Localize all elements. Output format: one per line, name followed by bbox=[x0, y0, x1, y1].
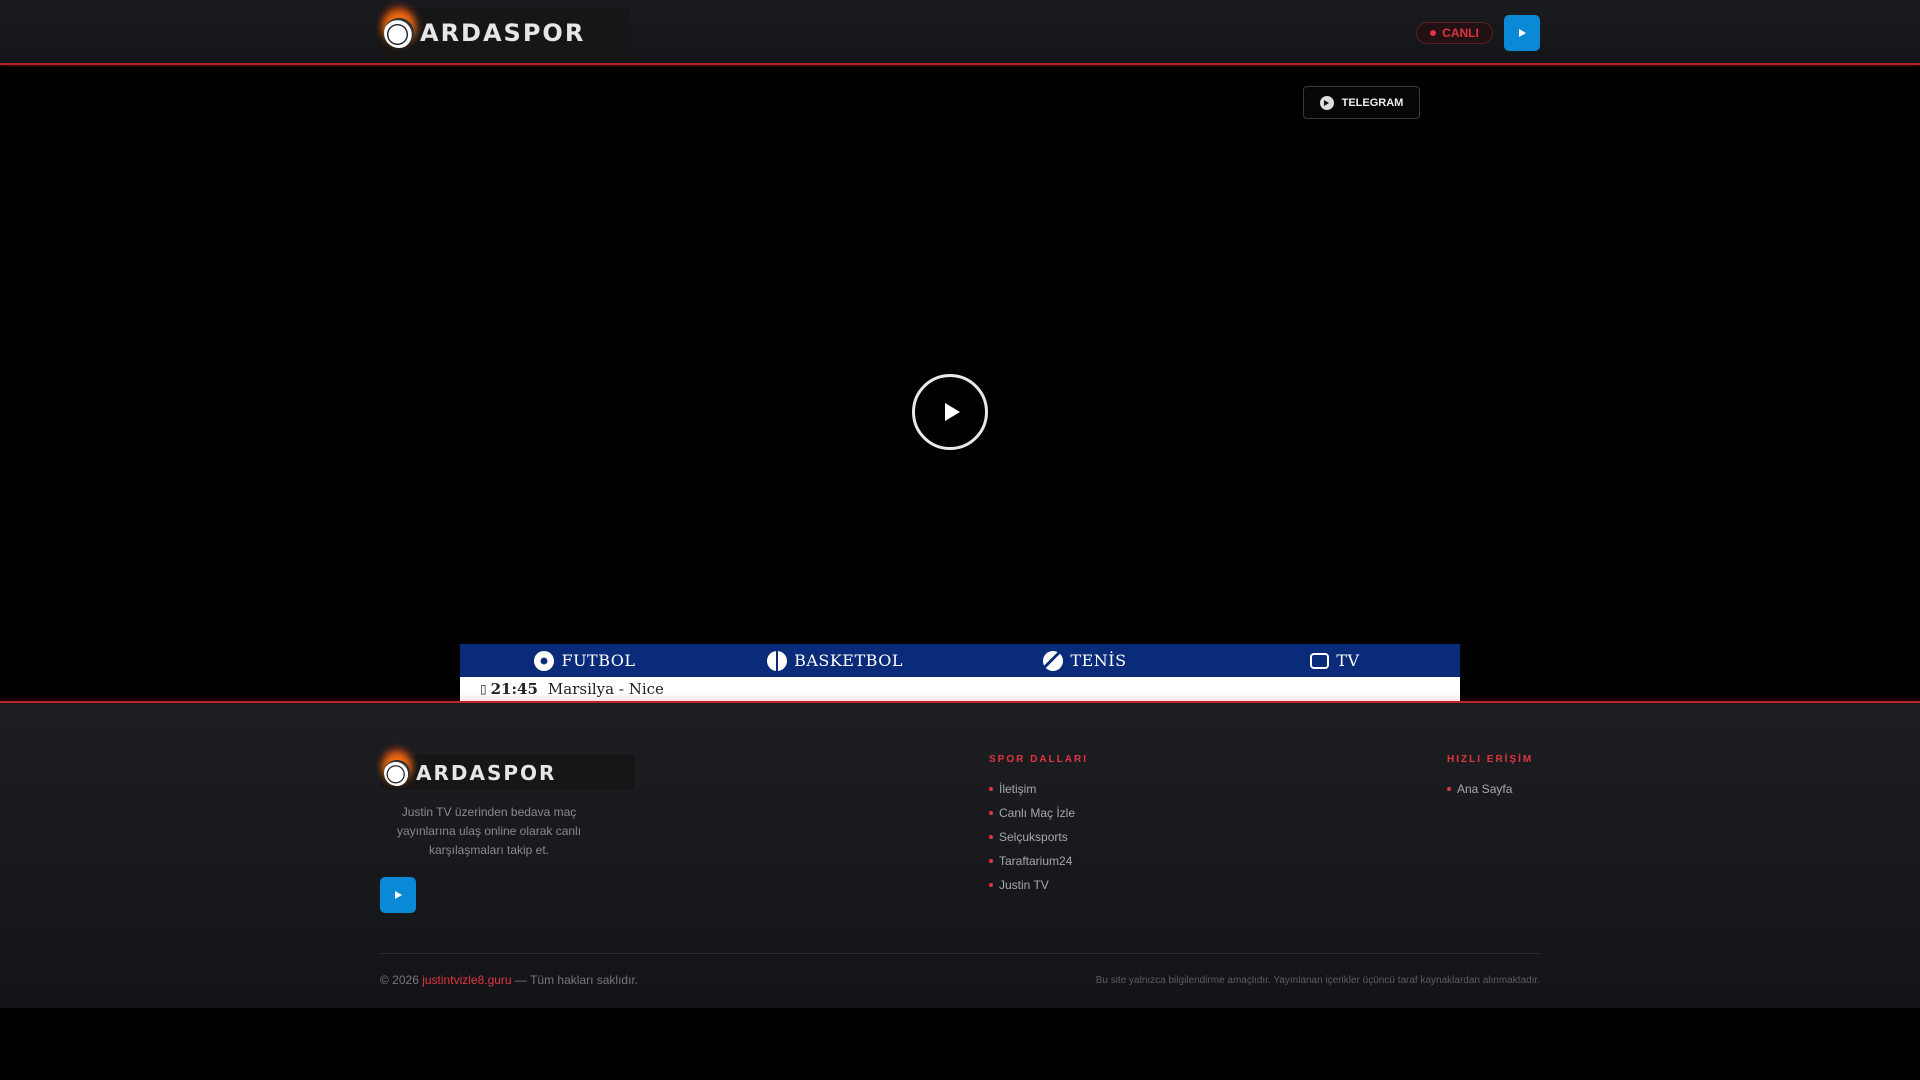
tab-label: TENİS bbox=[1070, 651, 1127, 670]
live-dot-icon bbox=[1430, 30, 1437, 36]
bullet-icon bbox=[989, 787, 993, 791]
footer-description: Justin TV üzerinden bedava maç yayınları… bbox=[396, 805, 582, 857]
bullet-icon bbox=[989, 835, 993, 839]
footer-link[interactable]: Ana Sayfa bbox=[1447, 777, 1512, 801]
footer-link[interactable]: Selçuksports bbox=[989, 825, 1075, 849]
telegram-label: TELEGRAM bbox=[1341, 96, 1404, 109]
copyright: © 2026 justintvizle8.guru — Tüm hakları … bbox=[380, 973, 639, 987]
footer-link[interactable]: Canlı Maç İzle bbox=[989, 801, 1075, 825]
site-logo[interactable]: ARDASPOR bbox=[380, 8, 630, 58]
match-time: 21:45 bbox=[490, 680, 538, 698]
match-name: Marsilya - Nice bbox=[547, 680, 664, 698]
quick-access-links: Ana Sayfa bbox=[1447, 777, 1512, 801]
site-footer: ARDASPOR Justin TV üzerinden bedava maç … bbox=[0, 703, 1920, 1008]
tab-futbol[interactable]: FUTBOL bbox=[460, 644, 710, 677]
tab-tv[interactable]: TV bbox=[1210, 644, 1460, 677]
tab-label: FUTBOL bbox=[561, 651, 636, 670]
telegram-header-button[interactable] bbox=[1504, 15, 1540, 51]
video-player[interactable] bbox=[0, 67, 1920, 702]
match-row[interactable]: ▯ 21:45 Marsilya - Nice bbox=[460, 677, 1460, 701]
bullet-icon bbox=[989, 811, 993, 815]
basketball-icon bbox=[767, 650, 788, 671]
bullet-icon bbox=[989, 859, 993, 863]
site-link[interactable]: justintvizle8.guru bbox=[422, 973, 511, 987]
telegram-icon bbox=[394, 891, 402, 899]
soccer-ball-icon bbox=[534, 650, 555, 671]
footer-link[interactable]: İletişim bbox=[989, 777, 1075, 801]
bullet-icon bbox=[1447, 787, 1451, 791]
flaming-ball-icon bbox=[384, 759, 410, 786]
telegram-footer-button[interactable] bbox=[380, 877, 416, 913]
disclaimer: Bu site yalnızca bilgilendirme amaçlıdır… bbox=[1095, 975, 1540, 986]
footer-divider bbox=[380, 953, 1540, 954]
play-icon bbox=[944, 403, 960, 421]
footer-link[interactable]: Justin TV bbox=[989, 873, 1075, 897]
quick-access-title: HIZLI ERİŞİM bbox=[1447, 754, 1534, 765]
tv-icon bbox=[1310, 652, 1330, 669]
logo-text: ARDASPOR bbox=[416, 760, 557, 785]
bullet-icon bbox=[989, 883, 993, 887]
play-button[interactable] bbox=[912, 374, 988, 450]
flaming-ball-icon bbox=[384, 18, 414, 48]
sports-column-title: SPOR DALLARI bbox=[989, 754, 1088, 765]
telegram-icon bbox=[1319, 95, 1334, 110]
tab-tenis[interactable]: TENİS bbox=[960, 644, 1210, 677]
tab-label: TV bbox=[1336, 651, 1360, 670]
site-header: ARDASPOR CANLI bbox=[0, 0, 1920, 65]
footer-link[interactable]: Taraftarium24 bbox=[989, 849, 1075, 873]
live-label: CANLI bbox=[1442, 26, 1479, 40]
logo-text: ARDASPOR bbox=[420, 19, 586, 47]
clock-icon: ▯ bbox=[480, 682, 487, 696]
sport-tabs: FUTBOL BASKETBOL TENİS TV bbox=[460, 644, 1460, 677]
tennis-ball-icon bbox=[1043, 650, 1064, 671]
tab-label: BASKETBOL bbox=[794, 651, 903, 670]
sports-links: İletişim Canlı Maç İzle Selçuksports Tar… bbox=[989, 777, 1075, 897]
live-badge[interactable]: CANLI bbox=[1416, 22, 1493, 44]
tab-basketbol[interactable]: BASKETBOL bbox=[710, 644, 960, 677]
footer-logo[interactable]: ARDASPOR bbox=[380, 755, 635, 790]
telegram-button[interactable]: TELEGRAM bbox=[1303, 86, 1420, 119]
telegram-icon bbox=[1518, 29, 1526, 37]
